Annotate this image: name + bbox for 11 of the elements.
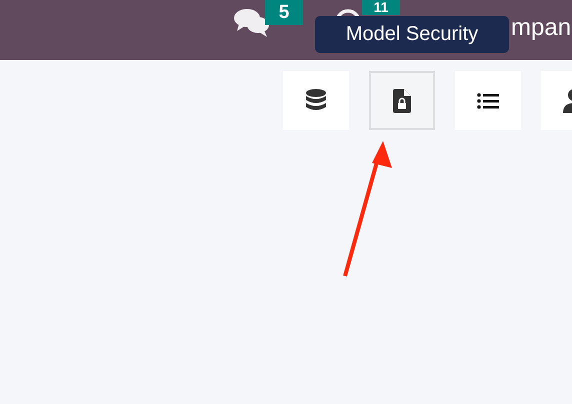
database-icon xyxy=(305,88,327,112)
company-name[interactable]: mpan xyxy=(511,14,572,42)
toolbar-button[interactable] xyxy=(455,71,521,130)
message-count-badge: 5 xyxy=(265,0,303,25)
activity-count-badge: 11 xyxy=(362,0,400,15)
tooltip: Model Security xyxy=(315,16,509,53)
toolbar-button[interactable] xyxy=(369,71,435,130)
document-lock-icon xyxy=(393,88,411,112)
toolbar-button[interactable] xyxy=(283,71,349,130)
list-icon xyxy=(477,92,499,108)
chat-icon[interactable] xyxy=(234,8,270,38)
